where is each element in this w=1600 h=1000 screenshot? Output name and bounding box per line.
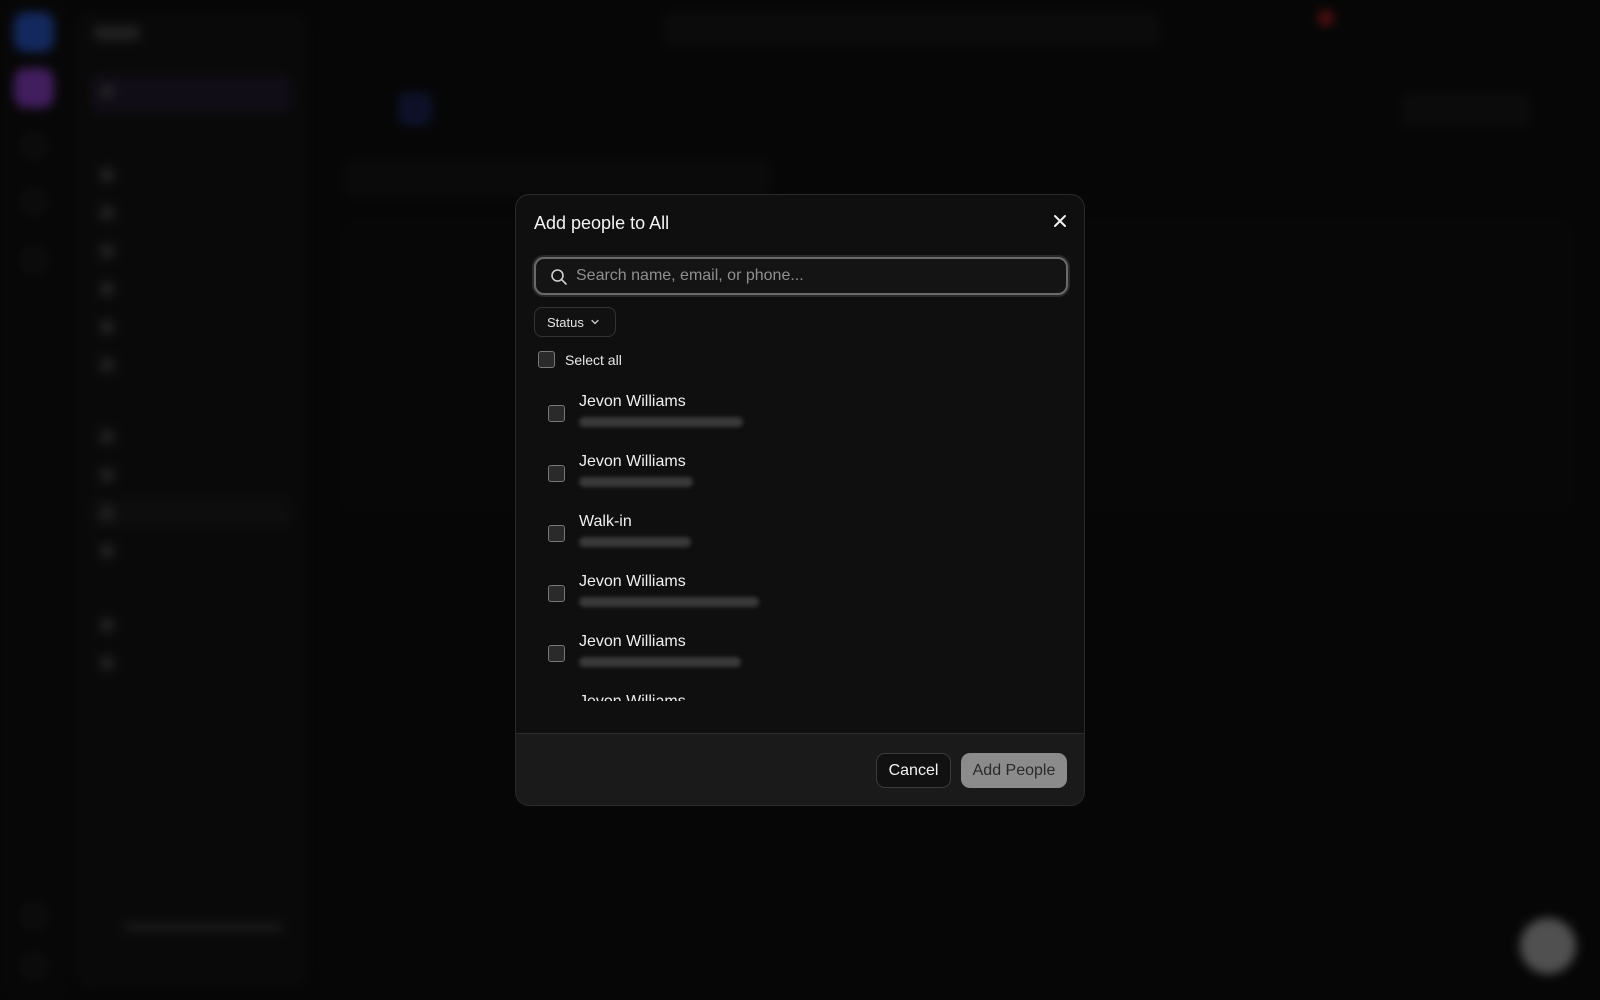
select-all-row[interactable]: Select all	[538, 351, 622, 368]
person-contact-blurred	[579, 537, 691, 547]
select-all-label: Select all	[565, 351, 622, 368]
list-item[interactable]: Jevon Williams	[534, 443, 1068, 499]
person-name: Jevon Williams	[579, 573, 686, 590]
people-list: Jevon Williams Jevon Williams Walk-in Je…	[534, 383, 1068, 701]
list-item[interactable]: Walk-in	[534, 503, 1068, 559]
person-name: Jevon Williams	[579, 633, 686, 650]
search-icon	[551, 269, 567, 285]
close-button[interactable]	[1050, 211, 1070, 231]
status-filter-label: Status	[547, 314, 584, 330]
search-input[interactable]	[576, 259, 1056, 293]
add-people-modal: Add people to All Status Select all Jevo…	[515, 194, 1085, 806]
person-contact-blurred	[579, 597, 759, 607]
person-checkbox[interactable]	[548, 645, 565, 662]
list-item[interactable]: Jevon Williams	[534, 383, 1068, 439]
person-contact-blurred	[579, 417, 743, 427]
person-checkbox[interactable]	[548, 585, 565, 602]
person-checkbox[interactable]	[548, 525, 565, 542]
close-icon	[1054, 215, 1066, 227]
select-all-checkbox[interactable]	[538, 351, 555, 368]
cancel-button[interactable]: Cancel	[876, 753, 951, 788]
person-name: Jevon Williams	[579, 693, 686, 701]
person-checkbox[interactable]	[548, 465, 565, 482]
list-item[interactable]: Jevon Williams	[534, 563, 1068, 619]
search-field	[534, 257, 1068, 295]
person-name: Jevon Williams	[579, 453, 686, 470]
modal-footer: Cancel Add People	[516, 733, 1084, 805]
person-name: Walk-in	[579, 513, 632, 530]
list-item[interactable]: Jevon Williams	[534, 623, 1068, 679]
chevron-down-icon	[591, 319, 599, 325]
add-people-button[interactable]: Add People	[961, 753, 1067, 788]
modal-title: Add people to All	[534, 213, 670, 233]
list-item[interactable]: Jevon Williams	[534, 683, 1068, 701]
person-contact-blurred	[579, 477, 693, 487]
person-checkbox[interactable]	[548, 405, 565, 422]
person-name: Jevon Williams	[579, 393, 686, 410]
person-contact-blurred	[579, 657, 741, 667]
status-filter-button[interactable]: Status	[534, 307, 616, 337]
